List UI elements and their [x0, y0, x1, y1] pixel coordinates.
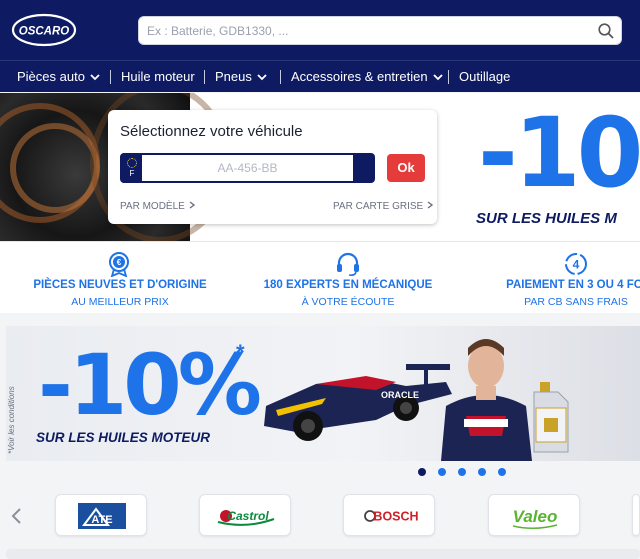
benefit-title: PAIEMENT EN 3 OU 4 FOI	[506, 279, 640, 291]
brand-logo-partial[interactable]	[632, 494, 640, 536]
search-icon[interactable]	[597, 22, 615, 40]
hero-promo-percent: -10	[478, 97, 640, 209]
brands-carousel: ATE Castrol BOSCH Valeo	[0, 488, 640, 548]
chevron-left-icon[interactable]	[10, 506, 24, 526]
nav-item-accessoires[interactable]: Accessoires & entretien	[291, 69, 444, 84]
chevron-down-icon	[432, 74, 443, 81]
plate-side-band	[353, 155, 373, 181]
nav-item-label: Pièces auto	[17, 69, 85, 84]
svg-text:Castrol: Castrol	[227, 509, 269, 523]
carousel-dot[interactable]	[418, 468, 426, 476]
svg-text:4: 4	[573, 258, 580, 272]
nav-item-huile-moteur[interactable]: Huile moteur	[121, 69, 195, 84]
next-section-edge	[6, 549, 640, 559]
headset-icon	[337, 252, 359, 276]
banner-promo-star: *	[236, 340, 245, 365]
valeo-logo: Valeo	[513, 507, 558, 529]
nav-item-pneus[interactable]: Pneus	[215, 69, 268, 84]
by-model-label: PAR MODÈLE	[120, 201, 185, 212]
brand-logo-bosch[interactable]: BOSCH	[343, 494, 435, 536]
chevron-right-icon	[427, 201, 434, 209]
nav-divider	[280, 70, 281, 84]
banner-promo-percent: -10%	[38, 336, 262, 434]
svg-text:ATE: ATE	[91, 514, 112, 526]
promo-banner[interactable]: *Voir les conditions -10% * SUR LES HUIL…	[6, 326, 640, 461]
benefit-subtitle: PAR CB SANS FRAIS	[524, 296, 628, 308]
oscaro-logo[interactable]: OSCARO	[11, 13, 77, 47]
brand-logo-ate[interactable]: ATE	[55, 494, 147, 536]
benefit-subtitle: AU MEILLEUR PRIX	[71, 296, 169, 308]
euro-badge-icon: €	[109, 252, 129, 277]
driver-image	[441, 339, 532, 461]
ate-logo: ATE	[78, 503, 126, 529]
svg-text:BOSCH: BOSCH	[373, 510, 418, 524]
nav-item-pieces-auto[interactable]: Pièces auto	[17, 69, 101, 84]
svg-text:OSCARO: OSCARO	[19, 26, 70, 38]
by-registration-link[interactable]: PAR CARTE GRISE	[333, 201, 434, 212]
by-registration-label: PAR CARTE GRISE	[333, 201, 424, 212]
brand-logo-castrol[interactable]: Castrol	[199, 494, 291, 536]
by-model-link[interactable]: PAR MODÈLE	[120, 201, 196, 212]
nav-item-label: Accessoires & entretien	[291, 69, 428, 84]
f1-car-image: ORACLE	[264, 364, 452, 441]
benefit-title: 180 EXPERTS EN MÉCANIQUE	[263, 279, 433, 291]
nav-item-label: Pneus	[215, 69, 252, 84]
nav-item-label: Outillage	[459, 69, 511, 84]
chevron-right-icon	[189, 201, 195, 209]
search-placeholder: Ex : Batterie, GDB1330, ...	[147, 24, 289, 38]
brand-logo-valeo[interactable]: Valeo	[488, 494, 580, 536]
chevron-down-icon	[257, 74, 267, 81]
chevron-down-icon	[90, 74, 100, 81]
vehicle-selector: Sélectionnez votre véhicule F AA-456-BB …	[108, 110, 437, 224]
benefit-subtitle: À VOTRE ÉCOUTE	[301, 296, 395, 308]
benefit-title: PIÈCES NEUVES ET D'ORIGINE	[33, 279, 207, 291]
plate-placeholder: AA-456-BB	[217, 161, 278, 175]
conditions-note[interactable]: *Voir les conditions	[7, 386, 16, 454]
hero-promo-subtitle: SUR LES HUILES M	[476, 210, 617, 227]
oil-can-image	[533, 382, 569, 453]
carousel-dot[interactable]	[458, 468, 466, 476]
carousel-dot[interactable]	[438, 468, 446, 476]
nav-item-outillage[interactable]: Outillage	[459, 69, 510, 84]
site-header: OSCARO Ex : Batterie, GDB1330, ...	[0, 0, 640, 60]
svg-text:Valeo: Valeo	[513, 507, 558, 526]
benefits-strip: € PIÈCES NEUVES ET D'ORIGINE AU MEILLEUR…	[0, 241, 640, 313]
vehicle-selector-title: Sélectionnez votre véhicule	[120, 123, 303, 140]
license-plate-input[interactable]: F AA-456-BB	[120, 153, 375, 183]
carousel-dot[interactable]	[478, 468, 486, 476]
four-payments-icon: 4	[565, 253, 587, 275]
search-bar[interactable]: Ex : Batterie, GDB1330, ...	[138, 16, 622, 45]
nav-divider	[448, 70, 449, 84]
main-nav: Pièces auto Huile moteur Pneus Accessoir…	[0, 60, 640, 92]
nav-divider	[110, 70, 111, 84]
ok-button[interactable]: Ok	[387, 154, 425, 182]
bosch-logo: BOSCH	[364, 510, 419, 524]
svg-text:€: €	[117, 258, 122, 267]
carousel-dot[interactable]	[498, 468, 506, 476]
svg-text:ORACLE: ORACLE	[381, 390, 419, 400]
castrol-logo: Castrol	[217, 509, 275, 526]
nav-item-label: Huile moteur	[121, 69, 195, 84]
nav-divider	[204, 70, 205, 84]
banner-promo-subtitle: SUR LES HUILES MOTEUR	[36, 430, 211, 445]
